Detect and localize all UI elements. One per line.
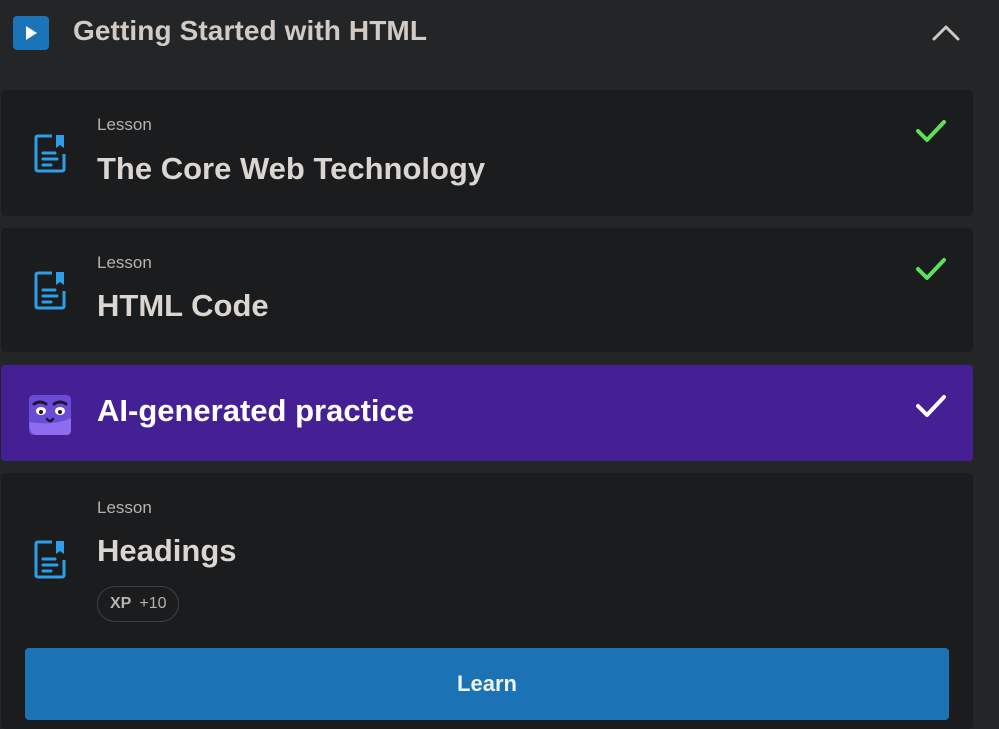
practice-title: AI-generated practice: [97, 393, 414, 428]
lesson-card-html-code[interactable]: Lesson HTML Code: [1, 228, 973, 352]
lesson-document-icon: [34, 271, 66, 310]
lesson-type-label: Lesson: [97, 115, 152, 134]
ai-practice-avatar-icon: [29, 395, 71, 435]
lesson-title: HTML Code: [97, 288, 269, 323]
lesson-title: The Core Web Technology: [97, 151, 486, 186]
check-icon: [916, 258, 946, 280]
lesson-list-panel: Getting Started with HTML Lesson The Cor…: [0, 0, 999, 729]
play-icon: [13, 16, 49, 50]
check-icon: [916, 395, 946, 417]
xp-label: XP: [110, 595, 132, 612]
xp-value: +10: [139, 595, 167, 612]
lesson-document-icon: [34, 540, 66, 579]
chevron-up-icon[interactable]: [930, 20, 962, 46]
module-title: Getting Started with HTML: [73, 15, 428, 46]
lesson-card-core-web-technology[interactable]: Lesson The Core Web Technology: [1, 90, 973, 216]
ai-practice-card[interactable]: AI-generated practice: [1, 365, 973, 461]
lesson-document-icon: [34, 134, 66, 173]
lesson-card-headings[interactable]: Lesson Headings XP +10 Learn: [1, 473, 973, 729]
learn-button[interactable]: Learn: [25, 648, 949, 720]
module-header[interactable]: Getting Started with HTML: [0, 0, 999, 70]
lesson-title: Headings: [97, 533, 237, 568]
lesson-type-label: Lesson: [97, 498, 152, 517]
lesson-type-label: Lesson: [97, 253, 152, 272]
check-icon: [916, 120, 946, 142]
xp-badge: XP +10: [97, 586, 180, 622]
